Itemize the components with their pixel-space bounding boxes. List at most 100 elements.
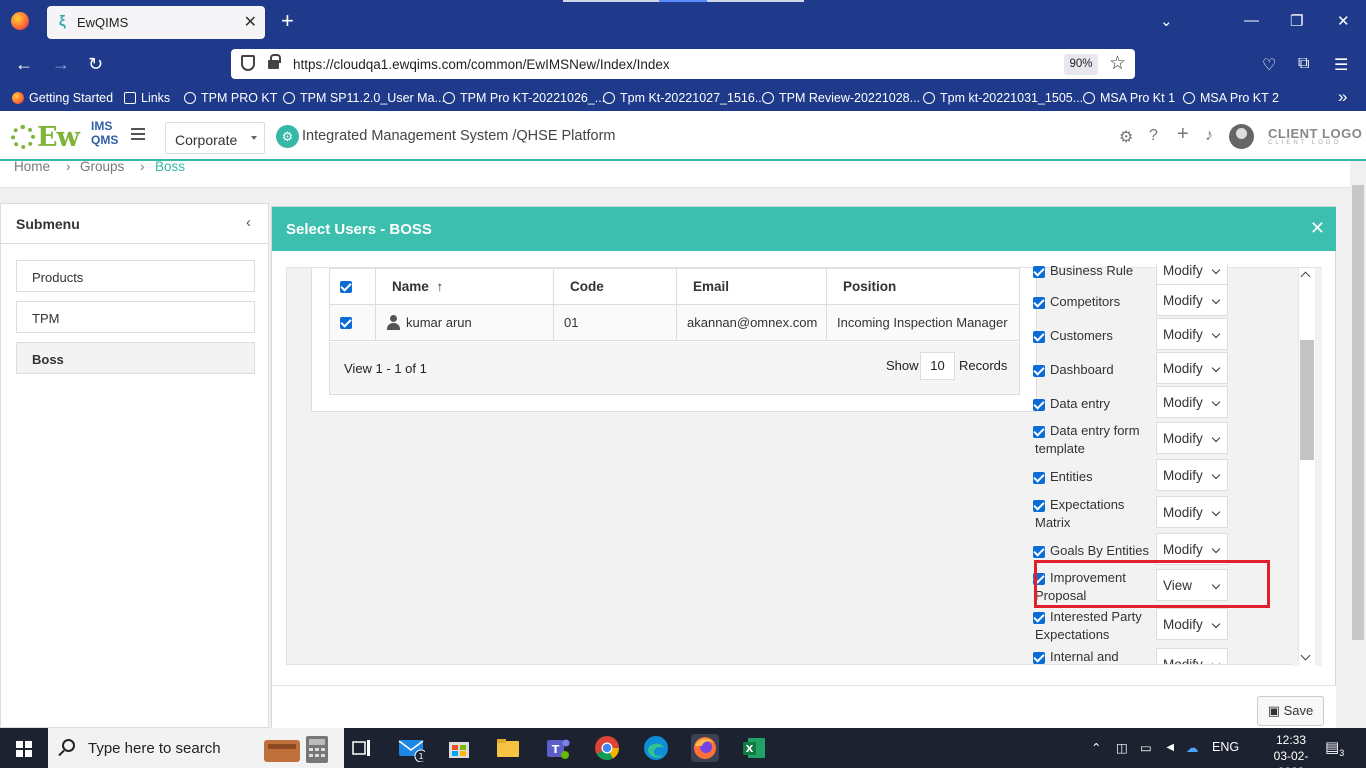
bookmark-label: MSA Pro KT 2 <box>1200 91 1279 105</box>
tab-close-icon[interactable]: ✕ <box>244 12 257 32</box>
breadcrumb-groups[interactable]: Groups <box>80 159 124 174</box>
submenu-item-boss[interactable]: Boss <box>16 342 255 374</box>
organization-select[interactable]: Corporate <box>165 122 265 154</box>
settings-gear-icon[interactable]: ⚙ <box>1119 127 1133 147</box>
add-icon[interactable]: + <box>1177 123 1189 146</box>
back-button[interactable]: ← <box>15 54 33 75</box>
forward-button[interactable]: → <box>52 54 70 75</box>
column-header-name[interactable]: Name ↑ <box>375 268 554 305</box>
collapse-chevron-left-icon[interactable]: ‹ <box>246 214 251 231</box>
bookmark-tpm-kt-1027[interactable]: Tpm Kt-20221027_1516... <box>603 91 765 105</box>
help-icon[interactable]: ? <box>1149 127 1158 145</box>
new-tab-button[interactable]: + <box>281 9 294 33</box>
bookmark-tpm-pro-kt[interactable]: TPM PRO KT <box>184 91 277 105</box>
reload-button[interactable]: ↻ <box>88 54 103 75</box>
google-chrome-icon[interactable] <box>593 734 621 762</box>
restore-window-button[interactable]: ❐ <box>1290 12 1303 30</box>
submenu-item-products[interactable]: Products <box>16 260 255 292</box>
hamburger-menu-icon[interactable] <box>131 128 145 140</box>
bookmarks-bar: Getting Started Links TPM PRO KT TPM SP1… <box>0 86 1366 111</box>
more-bookmarks-chevron-icon[interactable]: » <box>1338 87 1347 107</box>
page-scrollbar-thumb[interactable] <box>1352 185 1364 640</box>
show-hidden-icons-chevron-icon[interactable]: ⌃ <box>1091 740 1101 755</box>
row-checkbox[interactable] <box>340 317 352 329</box>
clock-date: 03-02-2023 <box>1273 749 1309 779</box>
permission-level-select[interactable]: Modify <box>1156 608 1228 640</box>
language-indicator[interactable]: ENG <box>1212 740 1239 754</box>
minimize-window-button[interactable]: — <box>1244 12 1259 29</box>
bookmark-msa-pro-kt-1[interactable]: MSA Pro Kt 1 <box>1083 91 1175 105</box>
microsoft-teams-icon[interactable]: T <box>544 734 572 762</box>
permissions-scrollbar-thumb[interactable] <box>1300 340 1314 460</box>
permission-level-select[interactable]: Modify <box>1156 422 1228 454</box>
microsoft-store-icon[interactable] <box>445 734 473 762</box>
page-size-input[interactable]: 10 <box>920 352 955 380</box>
permission-level-select[interactable]: Modify <box>1156 648 1228 664</box>
url-text[interactable]: https://cloudqa1.ewqims.com/common/EwIMS… <box>293 57 670 72</box>
permissions-scrollbar-track[interactable] <box>1298 268 1315 666</box>
bookmark-tpm-review[interactable]: TPM Review-20221028... <box>762 91 920 105</box>
notifications-bell-icon[interactable]: ♪ <box>1205 127 1213 145</box>
bookmark-tpm-sp11[interactable]: TPM SP11.2.0_User Ma... <box>283 91 445 105</box>
row-checkbox-cell[interactable] <box>329 304 376 341</box>
list-all-tabs-icon[interactable]: ⌄ <box>1160 12 1173 30</box>
browser-tab-bar: ξ EwQIMS ✕ + ⌄ — ❐ ✕ <box>0 0 1366 44</box>
task-view-icon[interactable] <box>348 734 376 762</box>
column-header-position[interactable]: Position <box>826 268 1020 305</box>
save-button[interactable]: ▣ Save <box>1257 696 1324 726</box>
extensions-icon[interactable]: ⧉ <box>1298 55 1309 73</box>
volume-icon[interactable]: ◄ <box>1164 740 1176 754</box>
select-all-checkbox[interactable] <box>340 281 352 293</box>
permission-level-select[interactable]: Modify <box>1156 264 1228 286</box>
pocket-icon[interactable]: ♡ <box>1262 55 1276 75</box>
bookmark-msa-pro-kt-2[interactable]: MSA Pro KT 2 <box>1183 91 1279 105</box>
permission-level-select[interactable]: Modify <box>1156 284 1228 316</box>
permission-level-select[interactable]: Modify <box>1156 318 1228 350</box>
browser-tab-ewqims[interactable]: ξ EwQIMS ✕ <box>47 6 265 39</box>
taskbar-clock[interactable]: 12:33 03-02-2023 <box>1262 732 1320 780</box>
notification-center-icon[interactable]: ▤3 <box>1325 738 1344 758</box>
lock-icon[interactable] <box>268 54 281 69</box>
mail-app-icon[interactable]: 1 <box>397 734 425 762</box>
page-scrollbar[interactable] <box>1350 161 1366 728</box>
modal-footer: ▣ Save <box>272 685 1336 729</box>
permission-level-select[interactable]: Modify <box>1156 386 1228 418</box>
table-row[interactable]: kumar arun 01 akannan@omnex.com Incoming… <box>329 304 1020 341</box>
bookmark-getting-started[interactable]: Getting Started <box>12 91 113 105</box>
submenu-item-tpm[interactable]: TPM <box>16 301 255 333</box>
user-avatar[interactable] <box>1229 124 1254 149</box>
app-menu-icon[interactable]: ☰ <box>1334 55 1348 75</box>
permission-level-select[interactable]: Modify <box>1156 352 1228 384</box>
meet-now-icon[interactable]: ◫ <box>1116 740 1128 755</box>
ewqims-favicon-icon: ξ <box>59 13 66 30</box>
bookmark-tpm-kt-1031[interactable]: Tpm kt-20221031_1505... <box>923 91 1083 105</box>
tracking-shield-icon[interactable] <box>241 55 255 71</box>
modal-close-icon[interactable]: ✕ <box>1310 218 1325 239</box>
permissions-scrollbar[interactable] <box>1292 268 1322 666</box>
bookmark-star-icon[interactable]: ☆ <box>1109 52 1126 75</box>
address-bar[interactable]: https://cloudqa1.ewqims.com/common/EwIMS… <box>231 49 1135 79</box>
bookmark-links[interactable]: Links <box>124 91 170 105</box>
permission-level-select[interactable]: Modify <box>1156 496 1228 528</box>
permission-label: Interested Party Expectations <box>1035 609 1142 642</box>
select-users-modal: Select Users - BOSS ✕ Name ↑ Code Email … <box>271 206 1336 729</box>
taskbar-search-box[interactable]: Type here to search <box>48 728 344 768</box>
close-window-button[interactable]: ✕ <box>1337 12 1350 30</box>
permission-label: Business Rule <box>1050 264 1134 278</box>
column-header-code[interactable]: Code <box>553 268 677 305</box>
network-icon[interactable]: ▭ <box>1140 740 1152 755</box>
onedrive-cloud-icon[interactable]: ☁ <box>1186 740 1199 755</box>
microsoft-edge-icon[interactable] <box>642 734 670 762</box>
breadcrumb-home[interactable]: Home <box>14 159 50 174</box>
ewqims-logo[interactable]: Ew IMS QMS <box>11 119 118 153</box>
permission-level-select[interactable]: Modify <box>1156 459 1228 491</box>
excel-icon[interactable]: X <box>740 734 768 762</box>
file-explorer-icon[interactable] <box>494 734 522 762</box>
firefox-menu-icon[interactable] <box>11 12 29 30</box>
firefox-taskbar-icon[interactable] <box>691 734 719 762</box>
select-all-checkbox-cell[interactable] <box>329 268 376 305</box>
windows-start-icon[interactable] <box>16 741 32 757</box>
column-header-email[interactable]: Email <box>676 268 827 305</box>
zoom-level-badge[interactable]: 90% <box>1064 54 1098 75</box>
bookmark-tpm-pro-kt-1026[interactable]: TPM Pro KT-20221026_... <box>443 91 605 105</box>
